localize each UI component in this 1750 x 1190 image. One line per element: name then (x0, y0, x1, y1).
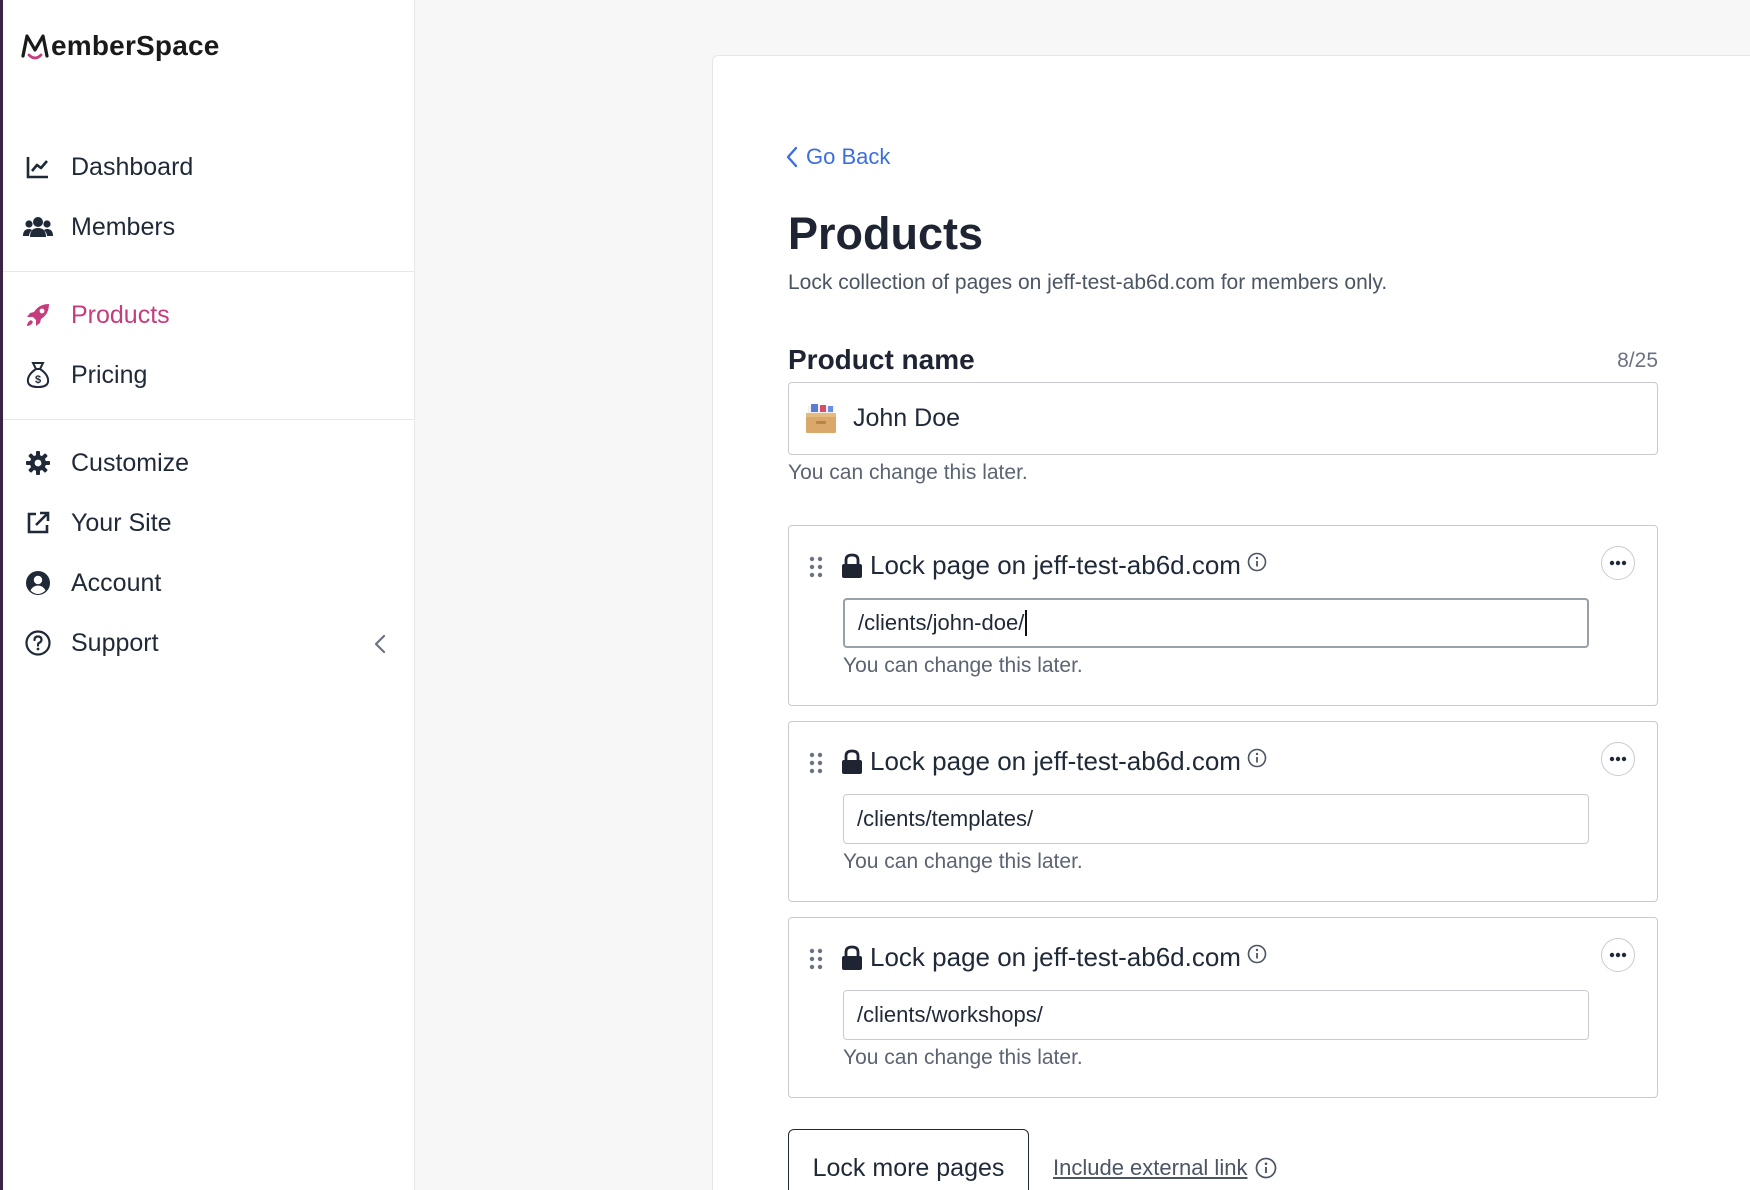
more-options-button[interactable] (1601, 742, 1635, 776)
sidebar-item-label: Members (71, 212, 176, 241)
nav-group-settings: Customize Your Site Account Support (3, 433, 415, 673)
page-path-value: /clients/john-doe/ (858, 610, 1025, 635)
page-path-input[interactable]: /clients/templates/ (843, 794, 1589, 844)
lock-page-hint: You can change this later. (843, 1046, 1083, 1069)
go-back-link[interactable]: Go Back (786, 144, 890, 170)
page-path-input[interactable]: /clients/workshops/ (843, 990, 1589, 1040)
more-options-button[interactable] (1601, 546, 1635, 580)
svg-text:$: $ (35, 374, 41, 386)
memberspace-logo-icon (21, 34, 49, 60)
user-circle-icon (23, 568, 53, 598)
page-subtitle: Lock collection of pages on jeff-test-ab… (788, 271, 1388, 294)
lock-page-title: Lock page on jeff-test-ab6d.com (870, 746, 1241, 776)
sidebar-item-label: Account (71, 568, 162, 597)
more-horizontal-icon (1609, 560, 1627, 566)
product-name-label: Product name (788, 344, 975, 375)
sidebar-item-pricing[interactable]: $ Pricing (3, 345, 415, 405)
page-title: Products (788, 208, 984, 259)
sidebar-item-label: Customize (71, 448, 190, 477)
external-link-icon (23, 508, 53, 538)
go-back-label: Go Back (806, 144, 891, 169)
page-path-value: /clients/workshops/ (857, 1002, 1043, 1027)
lock-page-hint: You can change this later. (843, 654, 1083, 677)
info-icon[interactable] (1247, 748, 1267, 768)
lock-more-pages-button[interactable]: Lock more pages (788, 1129, 1029, 1190)
lock-page-hint: You can change this later. (843, 850, 1083, 873)
sidebar-item-products[interactable]: Products (3, 285, 415, 345)
sidebar-item-dashboard[interactable]: Dashboard (3, 137, 415, 197)
sidebar: emberSpace Dashboard Members Products $ (3, 0, 415, 1190)
money-bag-icon: $ (23, 360, 53, 390)
sidebar-item-label: Your Site (71, 508, 172, 537)
lock-icon (842, 553, 862, 578)
more-horizontal-icon (1609, 952, 1627, 958)
logo-text: emberSpace (51, 30, 220, 61)
page-path-input[interactable]: /clients/john-doe/ (843, 598, 1589, 648)
more-options-button[interactable] (1601, 938, 1635, 972)
sidebar-item-label: Support (71, 628, 159, 657)
drag-handle-icon[interactable] (809, 556, 823, 578)
collapse-sidebar-button[interactable] (365, 629, 395, 659)
sidebar-item-support[interactable]: Support (3, 613, 415, 673)
lock-page-card: Lock page on jeff-test-ab6d.com /clients… (788, 721, 1658, 902)
lock-icon (842, 749, 862, 774)
include-external-link-label: Include external link (1053, 1155, 1248, 1180)
more-horizontal-icon (1609, 756, 1627, 762)
drag-handle-icon[interactable] (809, 948, 823, 970)
lock-page-card: Lock page on jeff-test-ab6d.com /clients… (788, 917, 1658, 1098)
gear-icon (23, 448, 53, 478)
users-icon (23, 212, 53, 242)
chevron-left-icon (374, 634, 386, 654)
chart-line-icon (23, 152, 53, 182)
product-name-input[interactable]: John Doe (788, 382, 1658, 455)
nav-group-main: Dashboard Members (3, 137, 415, 257)
sidebar-item-label: Pricing (71, 360, 148, 389)
sidebar-item-label: Dashboard (71, 152, 194, 181)
nav-group-products: Products $ Pricing (3, 285, 415, 405)
page-path-value: /clients/templates/ (857, 806, 1034, 831)
drag-handle-icon[interactable] (809, 752, 823, 774)
info-icon[interactable] (1247, 552, 1267, 572)
card-file-box-emoji-icon[interactable] (803, 401, 839, 437)
question-circle-icon (23, 628, 53, 658)
text-caret (1025, 610, 1028, 636)
character-counter: 8/25 (1617, 349, 1658, 372)
lock-page-title: Lock page on jeff-test-ab6d.com (870, 550, 1241, 580)
lock-page-title: Lock page on jeff-test-ab6d.com (870, 942, 1241, 972)
sidebar-item-customize[interactable]: Customize (3, 433, 415, 493)
memberspace-logo[interactable]: emberSpace (20, 30, 220, 62)
product-name-hint: You can change this later. (788, 461, 1028, 484)
sidebar-item-members[interactable]: Members (3, 197, 415, 257)
product-name-value: John Doe (853, 404, 961, 432)
sidebar-item-label: Products (71, 300, 170, 329)
sidebar-item-account[interactable]: Account (3, 553, 415, 613)
info-icon[interactable] (1247, 944, 1267, 964)
lock-page-card: Lock page on jeff-test-ab6d.com /clients… (788, 525, 1658, 706)
sidebar-divider (3, 419, 415, 420)
include-external-link[interactable]: Include external link (1053, 1155, 1277, 1181)
info-icon[interactable] (1255, 1157, 1277, 1179)
sidebar-divider (3, 271, 415, 272)
sidebar-item-your-site[interactable]: Your Site (3, 493, 415, 553)
lock-icon (842, 945, 862, 970)
rocket-icon (23, 300, 53, 330)
chevron-left-icon (786, 146, 798, 168)
